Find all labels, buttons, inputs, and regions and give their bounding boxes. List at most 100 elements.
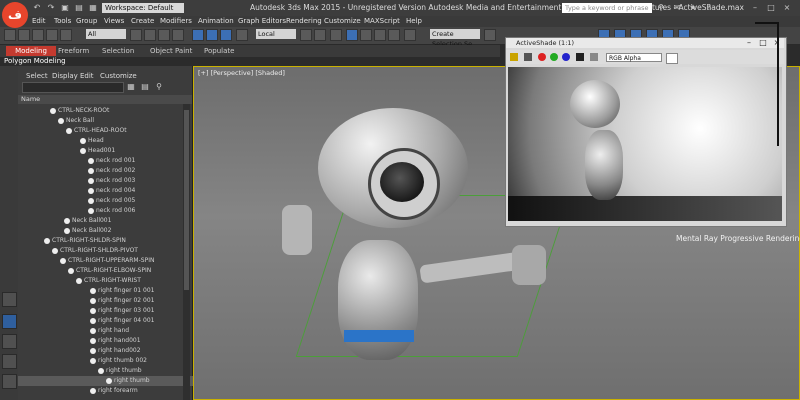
robot-belt [344,330,414,342]
hold-icon[interactable]: ▦ [88,3,98,13]
undo-tool-icon[interactable] [4,29,16,41]
activeshade-title[interactable]: ActiveShade (1:1) [506,38,784,48]
ribbon-tab-object-paint[interactable]: Object Paint [150,47,192,55]
menu-rendering[interactable]: Rendering [286,17,322,25]
select-object-icon[interactable] [130,29,142,41]
snaps-toggle-icon[interactable] [346,29,358,41]
channel-dropdown[interactable]: RGB Alpha [606,53,662,62]
menu-animation[interactable]: Animation [198,17,234,25]
light-bulb-icon [64,227,70,234]
menu-views[interactable]: Views [104,17,124,25]
menu-create[interactable]: Create [131,17,154,25]
explorer-menu-edit[interactable]: Edit [80,72,94,80]
manipulate-icon[interactable] [314,29,326,41]
redo-tool-icon[interactable] [18,29,30,41]
region-select-icon[interactable] [158,29,170,41]
maximize-icon[interactable]: □ [766,3,776,13]
copy-image-icon[interactable] [524,53,532,61]
named-selection-dropdown[interactable]: Create Selection Se [430,29,480,48]
edit-named-sel-icon[interactable] [404,29,416,41]
place-icon[interactable] [236,29,248,41]
menu-edit[interactable]: Edit [32,17,46,25]
angle-snap-icon[interactable] [360,29,372,41]
ref-coord-dropdown[interactable]: Local [256,29,296,39]
green-channel-icon[interactable] [550,53,558,61]
pivot-center-icon[interactable] [300,29,312,41]
robot-body [338,240,418,360]
menu-help[interactable]: Help [406,17,422,25]
robot-right-hand [512,245,546,285]
light-bulb-icon [80,137,86,144]
explorer-find-icon[interactable]: ⚲ [154,82,164,92]
scale-icon[interactable] [220,29,232,41]
window-title: Autodesk 3ds Max 2015 - Unregistered Ver… [250,3,744,12]
link-icon[interactable] [32,29,44,41]
ribbon-tab-freeform[interactable]: Freeform [58,47,89,55]
mono-icon[interactable] [590,53,598,61]
unlink-icon[interactable] [46,29,58,41]
save-icon[interactable]: ▣ [60,3,70,13]
strip-button-4[interactable] [2,374,17,389]
communication-icon[interactable]: ✉ [672,3,682,13]
ribbon-sub-label[interactable]: Polygon Modeling [4,57,66,65]
light-bulb-icon [88,167,94,174]
window-crossing-icon[interactable] [172,29,184,41]
light-bulb-icon [90,357,96,364]
percent-snap-icon[interactable] [374,29,386,41]
help-icon[interactable]: ? [704,3,714,13]
menu-customize[interactable]: Customize [324,17,361,25]
watermark-logo: ف [2,2,28,28]
binoculars-icon[interactable]: ⚲ [656,3,666,13]
redo-icon[interactable]: ↷ [46,3,56,13]
menu-modifiers[interactable]: Modifiers [160,17,192,25]
explorer-menu-select[interactable]: Select [26,72,48,80]
selection-filter-dropdown[interactable]: All [86,29,126,39]
explorer-options-icon[interactable]: ▤ [140,82,150,92]
menu-tools[interactable]: Tools [54,17,71,25]
open-icon[interactable]: ▤ [74,3,84,13]
explorer-search-input[interactable] [22,82,124,93]
light-bulb-icon [88,157,94,164]
strip-button-1[interactable] [2,314,17,329]
keyboard-shortcut-icon[interactable] [330,29,342,41]
strip-button-2[interactable] [2,334,17,349]
move-icon[interactable] [192,29,204,41]
viewport-label[interactable]: [+] [Perspective] [Shaded] [198,69,285,77]
activeshade-minimize-icon[interactable]: – [744,38,754,48]
activeshade-maximize-icon[interactable]: □ [758,38,768,48]
search-input[interactable]: Type a keyword or phrase [562,3,652,13]
menu-group[interactable]: Group [76,17,97,25]
ribbon-tab-populate[interactable]: Populate [204,47,234,55]
workspace-dropdown[interactable]: Workspace: Default [102,3,184,13]
strip-button-3[interactable] [2,354,17,369]
light-bulb-icon [60,257,66,264]
ribbon-tab-modeling[interactable]: Modeling [6,46,56,56]
select-by-name-icon[interactable] [144,29,156,41]
save-image-icon[interactable] [510,53,518,61]
red-channel-icon[interactable] [538,53,546,61]
explorer-column-header[interactable]: Name [18,95,192,104]
blue-channel-icon[interactable] [562,53,570,61]
light-bulb-icon [90,337,96,344]
alpha-channel-icon[interactable] [576,53,584,61]
undo-icon[interactable]: ↶ [32,3,42,13]
close-icon[interactable]: × [782,3,792,13]
rotate-icon[interactable] [206,29,218,41]
explorer-menu-customize[interactable]: Customize [100,72,137,80]
bind-spacewarp-icon[interactable] [60,29,72,41]
minimize-icon[interactable]: – [750,3,760,13]
menu-graph-editors[interactable]: Graph Editors [238,17,286,25]
light-bulb-icon [64,217,70,224]
list-item[interactable]: Neck Ball [18,116,222,126]
menu-maxscript[interactable]: MAXScript [364,17,400,25]
explorer-menu-display[interactable]: Display [52,72,78,80]
background-color-swatch[interactable] [666,53,678,64]
explorer-scroll-thumb[interactable] [184,110,189,290]
ribbon-tab-selection[interactable]: Selection [102,47,134,55]
mirror-icon[interactable] [484,29,496,41]
play-icon[interactable] [2,292,17,307]
list-item[interactable]: CTRL-RIGHT-SHLDR-SPIN [18,236,208,246]
favorites-icon[interactable]: ★ [688,3,698,13]
explorer-filter-icon[interactable]: ▦ [126,82,136,92]
spinner-snap-icon[interactable] [388,29,400,41]
